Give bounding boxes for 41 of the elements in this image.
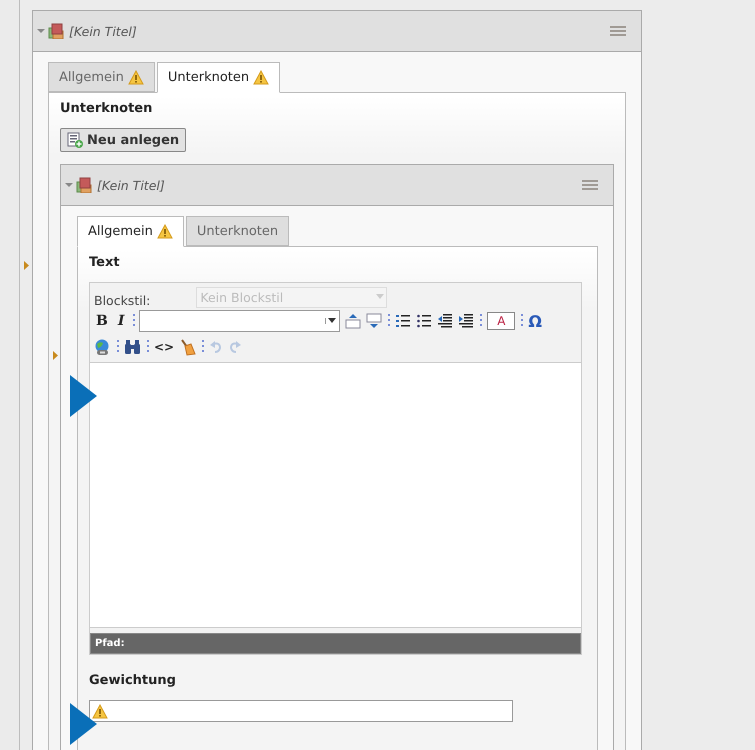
tab[interactable]: Unterknoten (156, 62, 280, 93)
block-down-icon[interactable] (366, 313, 382, 329)
marker-icon (53, 351, 58, 360)
outdent-icon[interactable] (437, 313, 454, 329)
content-element-icon (48, 23, 64, 39)
bold-button[interactable]: B (94, 313, 110, 329)
field-label: Gewichtung (89, 673, 177, 688)
font-select[interactable] (139, 310, 340, 332)
pointer-icon (70, 375, 97, 417)
new-record-icon (67, 132, 83, 148)
globe-link-icon[interactable] (94, 338, 111, 356)
broom-icon[interactable] (179, 338, 196, 356)
dropdown-caret-icon (325, 318, 336, 324)
section-title: Unterknoten (60, 101, 154, 116)
field-label: Blockstil: (94, 292, 150, 308)
menu-icon[interactable] (582, 179, 598, 191)
panel-title: [Kein Titel] (97, 178, 166, 192)
expand-caret-icon[interactable] (37, 28, 45, 34)
dropdown-caret-icon (376, 294, 384, 300)
bullet-list-icon[interactable] (416, 313, 432, 329)
marker-icon (24, 261, 29, 270)
source-button[interactable]: <> (154, 340, 174, 354)
italic-button[interactable]: I (114, 313, 128, 329)
special-character-button[interactable]: Ω (528, 312, 542, 330)
binoculars-icon[interactable] (124, 339, 141, 355)
new-button[interactable]: Neu anlegen (60, 128, 186, 152)
panel-title: [Kein Titel] (69, 24, 138, 38)
numbered-list-icon[interactable] (395, 313, 412, 329)
pointer-icon (70, 703, 97, 745)
field-label: Text (89, 255, 121, 270)
tab[interactable]: Unterknoten (186, 216, 290, 246)
input-field[interactable] (89, 700, 513, 722)
block-up-icon[interactable] (345, 313, 362, 329)
tab[interactable]: Allgemein (48, 62, 155, 92)
indent-icon[interactable] (458, 313, 474, 329)
menu-icon[interactable] (610, 25, 626, 37)
tab[interactable]: Allgemein (77, 216, 184, 247)
expand-caret-icon[interactable] (65, 182, 73, 188)
text-color-button[interactable]: A (487, 312, 516, 330)
content-element-icon (76, 177, 92, 193)
path-bar: Pfad: (90, 633, 581, 654)
